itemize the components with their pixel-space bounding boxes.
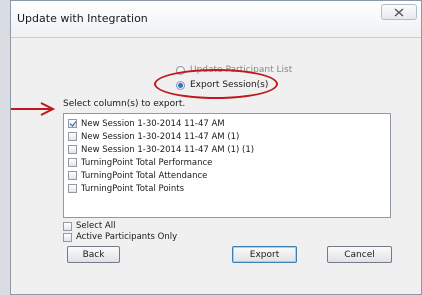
select-columns-label: Select column(s) to export. [63,99,186,109]
list-item[interactable]: New Session 1-30-2014 11-47 AM [68,117,225,130]
annotation-arrow-icon [11,102,56,116]
active-participants-label: Active Participants Only [76,232,178,242]
checkbox[interactable] [63,232,72,242]
active-participants-checkbox[interactable]: Active Participants Only [63,231,177,243]
export-button[interactable]: Export [232,246,297,263]
list-item[interactable]: New Session 1-30-2014 11-47 AM (1) (1) [68,143,254,156]
title-bar: Update with Integration [11,1,421,38]
checkbox[interactable] [68,158,77,167]
cancel-button[interactable]: Cancel [327,246,392,263]
checkbox[interactable] [68,184,77,193]
back-button[interactable]: Back [67,246,120,263]
list-item[interactable]: TurningPoint Total Points [68,182,184,195]
list-item[interactable]: TurningPoint Total Performance [68,156,212,169]
checkbox[interactable] [68,145,77,154]
annotation-ellipse [154,69,278,99]
list-item-label: TurningPoint Total Points [81,183,185,194]
columns-list[interactable]: New Session 1-30-2014 11-47 AM New Sessi… [63,113,391,218]
checkbox[interactable] [68,132,77,141]
window-title: Update with Integration [17,12,148,25]
dialog-window: Update with Integration Update Participa… [10,0,422,295]
checkbox-checked[interactable] [68,119,77,128]
checkbox[interactable] [68,171,77,180]
close-icon [394,8,404,17]
list-item-label: New Session 1-30-2014 11-47 AM (1) [81,131,240,142]
list-item[interactable]: TurningPoint Total Attendance [68,169,207,182]
list-item-label: TurningPoint Total Performance [81,157,213,168]
list-item[interactable]: New Session 1-30-2014 11-47 AM (1) [68,130,239,143]
list-item-label: TurningPoint Total Attendance [81,170,208,181]
list-item-label: New Session 1-30-2014 11-47 AM (1) (1) [81,144,255,155]
list-item-label: New Session 1-30-2014 11-47 AM [81,118,225,129]
close-button[interactable] [381,4,417,20]
select-all-label: Select All [76,221,116,231]
checkbox[interactable] [63,221,72,231]
